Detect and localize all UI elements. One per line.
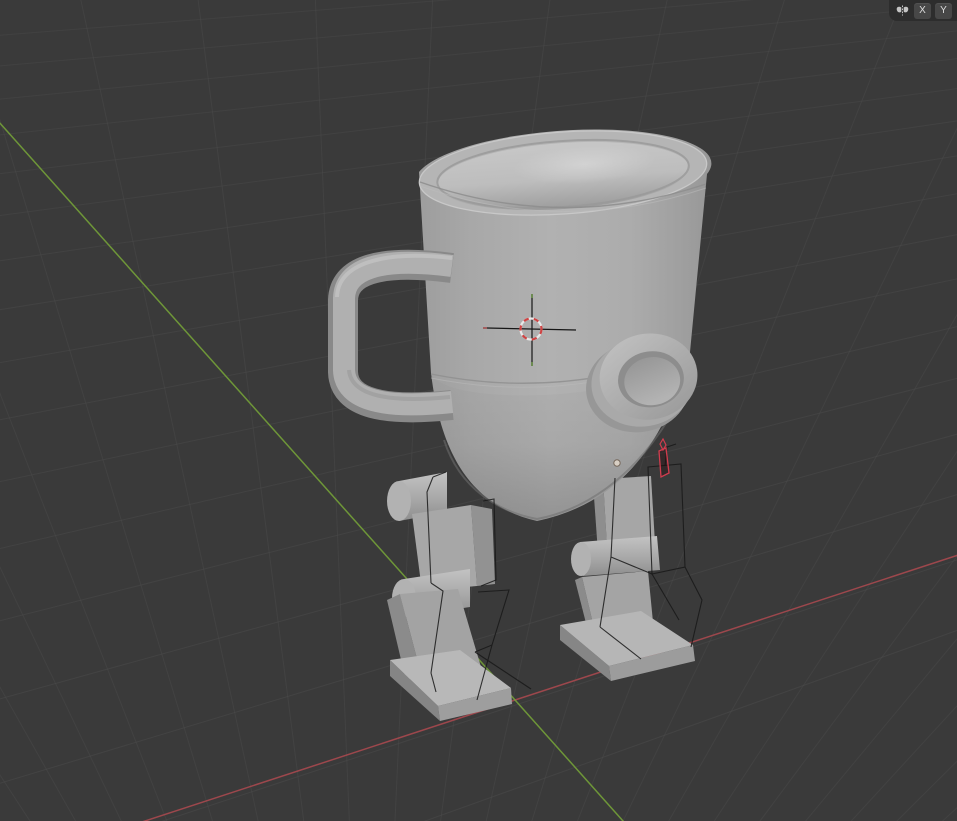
left-hip-cap bbox=[387, 481, 411, 521]
symmetry-butterfly-icon bbox=[895, 4, 910, 17]
right-knee-cylinder bbox=[580, 536, 660, 576]
3d-viewport[interactable]: X Y bbox=[0, 0, 957, 821]
viewport-header-fragment: X Y bbox=[889, 0, 957, 21]
mirror-y-button[interactable]: Y bbox=[935, 2, 952, 19]
right-knee-cap bbox=[571, 542, 591, 576]
object-origin-point[interactable] bbox=[613, 459, 621, 467]
mirror-x-button[interactable]: X bbox=[914, 2, 931, 19]
